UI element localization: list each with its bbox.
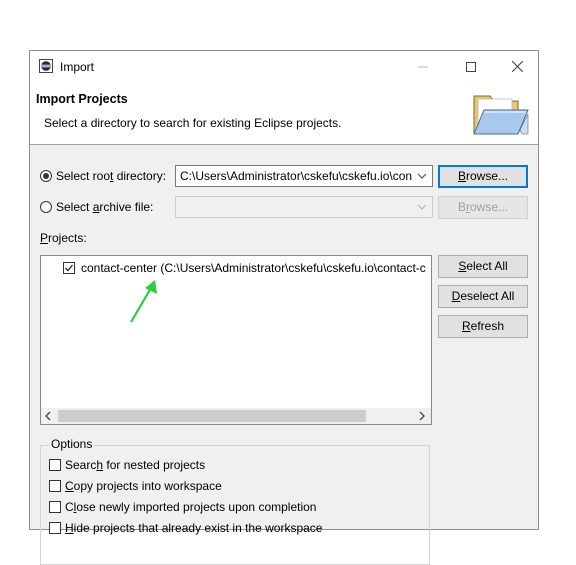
project-label: contact-center (C:\Users\Administrator\c… — [81, 261, 426, 275]
options-title: Options — [49, 437, 95, 451]
window-title: Import — [60, 60, 95, 74]
archive-file-option[interactable]: Select archive file: — [40, 198, 153, 216]
archive-file-radio[interactable] — [40, 201, 52, 213]
browse-archive-button: Browse... — [438, 196, 528, 219]
browse-root-button[interactable]: Browse... — [438, 165, 528, 188]
page-description: Select a directory to search for existin… — [44, 116, 342, 130]
maximize-icon — [466, 61, 476, 72]
minimize-icon — [418, 66, 428, 67]
wizard-header: Import Projects Select a directory to se… — [30, 82, 538, 145]
root-directory-radio[interactable] — [40, 170, 52, 182]
archive-file-label: Select archive file: — [56, 200, 154, 214]
options-group: Options Search for nested projects Copy … — [40, 437, 430, 565]
checkmark-icon — [65, 264, 74, 272]
chevron-down-icon — [417, 173, 427, 179]
close-projects-label: Close newly imported projects upon compl… — [65, 500, 317, 514]
copy-projects-checkbox[interactable] — [49, 480, 61, 492]
root-directory-value: C:\Users\Administrator\cskefu\cskefu.io\… — [180, 169, 413, 183]
projects-list[interactable]: contact-center (C:\Users\Administrator\c… — [40, 255, 432, 425]
title-bar: Import — [30, 51, 538, 82]
refresh-button[interactable]: Refresh — [438, 315, 528, 338]
copy-projects-label: Copy projects into workspace — [65, 479, 222, 493]
root-directory-combo[interactable]: C:\Users\Administrator\cskefu\cskefu.io\… — [175, 165, 433, 187]
close-icon — [511, 61, 523, 72]
scroll-right-icon[interactable] — [418, 410, 428, 422]
search-nested-option[interactable]: Search for nested projects — [49, 457, 205, 473]
list-item[interactable]: contact-center (C:\Users\Administrator\c… — [63, 260, 426, 276]
chevron-down-icon — [417, 204, 427, 210]
copy-projects-option[interactable]: Copy projects into workspace — [49, 478, 222, 494]
project-checkbox[interactable] — [63, 262, 75, 274]
projects-label: Projects: — [40, 231, 87, 245]
minimize-button[interactable] — [400, 51, 446, 82]
archive-file-combo — [175, 196, 433, 218]
close-button[interactable] — [494, 51, 540, 82]
close-projects-checkbox[interactable] — [49, 501, 61, 513]
horizontal-scrollbar[interactable] — [41, 408, 431, 424]
deselect-all-button[interactable]: Deselect All — [438, 285, 528, 308]
hide-projects-label: Hide projects that already exist in the … — [65, 521, 323, 535]
scrollbar-thumb[interactable] — [58, 410, 366, 422]
folder-banner-icon — [473, 95, 529, 135]
import-dialog: Import Import Projects Select a director… — [29, 50, 539, 565]
eclipse-app-icon — [39, 59, 53, 73]
hide-projects-option[interactable]: Hide projects that already exist in the … — [49, 520, 322, 536]
search-nested-label: Search for nested projects — [65, 458, 206, 472]
annotation-arrow-icon — [130, 280, 157, 323]
root-directory-option[interactable]: Select root directory: — [40, 167, 166, 185]
page-title: Import Projects — [36, 92, 128, 106]
maximize-button[interactable] — [448, 51, 494, 82]
root-directory-label: Select root directory: — [56, 169, 167, 183]
select-all-button[interactable]: Select All — [438, 255, 528, 278]
scroll-left-icon[interactable] — [44, 410, 54, 422]
close-projects-option[interactable]: Close newly imported projects upon compl… — [49, 499, 316, 515]
search-nested-checkbox[interactable] — [49, 459, 61, 471]
